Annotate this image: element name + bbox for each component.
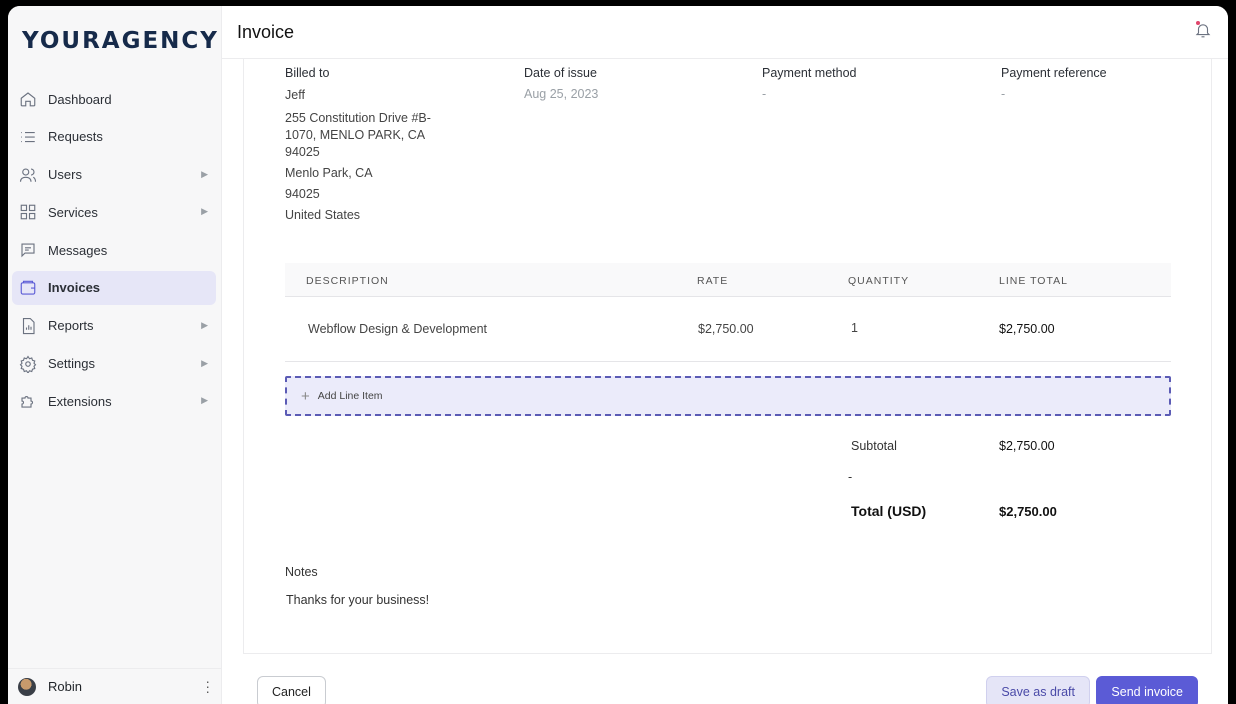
notes-value[interactable]: Thanks for your business! [286,592,429,609]
sidebar-item-label: Messages [48,242,108,258]
date-section: Date of issue Aug 25, 2023 [524,66,704,101]
cancel-button[interactable]: Cancel [257,676,326,704]
payment-method-label: Payment method [762,66,857,80]
report-icon [18,316,38,336]
billed-to-name: Jeff [285,88,305,102]
sidebar-item-users[interactable]: Users ▶ [12,158,216,192]
address-line: 255 Constitution Drive #B-1070, MENLO PA… [285,111,431,159]
message-icon [18,240,38,260]
line-items-header: DESCRIPTION RATE QUANTITY LINE TOTAL [285,263,1171,297]
sidebar-item-label: Extensions [48,393,112,409]
plus-icon: + [301,387,310,405]
sidebar-item-label: Dashboard [48,91,112,107]
list-icon [18,127,38,147]
sidebar-item-services[interactable]: Services ▶ [12,195,216,229]
app-window: YOURAGENCY Dashboard Requests Users ▶ Se… [8,6,1228,704]
home-icon [18,89,38,109]
sidebar-item-label: Requests [48,129,103,145]
sidebar-item-messages[interactable]: Messages [12,233,216,267]
sidebar-item-dashboard[interactable]: Dashboard [12,82,216,116]
payment-reference-section: Payment reference - [1001,66,1181,101]
puzzle-icon [18,391,38,411]
notification-dot [1196,21,1200,25]
column-header-rate: RATE [697,275,729,287]
payment-reference-value: - [1001,87,1006,101]
date-value: Aug 25, 2023 [524,87,599,101]
wallet-icon [18,278,38,298]
bell-icon[interactable] [1194,21,1214,41]
row-description[interactable]: Webflow Design & Development [308,322,487,336]
row-quantity[interactable]: 1 [851,321,858,335]
sidebar-item-label: Users [48,167,82,183]
column-header-description: DESCRIPTION [306,275,389,287]
billed-to-address: 255 Constitution Drive #B-1070, MENLO PA… [285,110,445,224]
row-rate[interactable]: $2,750.00 [698,322,754,336]
action-bar: Cancel Save as draft Send invoice [243,653,1212,704]
user-profile[interactable]: Robin · · · [8,668,222,704]
payment-method-value: - [762,87,767,101]
chevron-right-icon: ▶ [201,357,208,368]
billed-to-section: Billed to Jeff 255 Constitution Drive #B… [285,66,465,228]
payment-reference-label: Payment reference [1001,66,1107,80]
grid-icon [18,202,38,222]
billed-to-label: Billed to [285,66,330,80]
column-header-quantity: QUANTITY [848,275,910,287]
sidebar-item-label: Invoices [48,280,101,296]
chevron-right-icon: ▶ [201,206,208,217]
logo: YOURAGENCY [22,28,219,54]
sidebar-item-label: Services [48,204,98,220]
notes-label: Notes [285,565,318,579]
user-name: Robin [48,679,82,694]
page-header: Invoice [222,6,1228,59]
address-line: United States [285,208,361,222]
sidebar-item-requests[interactable]: Requests [12,120,216,154]
sidebar-nav: Dashboard Requests Users ▶ Services ▶ Me… [12,82,216,422]
chevron-right-icon: ▶ [201,168,208,179]
chevron-right-icon: ▶ [201,395,208,406]
add-line-item-label: Add Line Item [317,390,383,402]
row-line-total: $2,750.00 [999,322,1055,336]
date-label: Date of issue [524,66,597,80]
gear-icon [18,354,38,374]
more-vertical-icon[interactable]: · · · [205,674,210,698]
users-icon [18,165,38,185]
sidebar-item-label: Reports [48,318,94,334]
total-value: $2,750.00 [999,504,1057,519]
address-line: Menlo Park, CA [285,166,373,180]
subtotal-label: Subtotal [851,439,897,453]
table-row[interactable]: Webflow Design & Development $2,750.00 1… [285,297,1171,362]
send-invoice-button[interactable]: Send invoice [1096,676,1198,704]
sidebar-item-settings[interactable]: Settings ▶ [12,347,216,381]
save-draft-button[interactable]: Save as draft [986,676,1090,704]
sidebar-item-reports[interactable]: Reports ▶ [12,309,216,343]
sidebar-item-extensions[interactable]: Extensions ▶ [12,384,216,418]
invoice-content: Billed to Jeff 255 Constitution Drive #B… [243,59,1212,653]
payment-method-section: Payment method - [762,66,942,101]
column-header-line-total: LINE TOTAL [999,275,1068,287]
page-title: Invoice [237,22,295,42]
total-label: Total (USD) [851,503,927,519]
address-line: 94025 [285,187,320,201]
sidebar-item-invoices[interactable]: Invoices [12,270,216,305]
sidebar-item-label: Settings [48,356,95,372]
sidebar: YOURAGENCY Dashboard Requests Users ▶ Se… [8,6,222,704]
chevron-right-icon: ▶ [201,319,208,330]
add-line-item-button[interactable]: + Add Line Item [285,376,1171,416]
subtotal-value: $2,750.00 [999,439,1055,453]
avatar [18,677,36,696]
tax-placeholder: - [848,470,853,484]
